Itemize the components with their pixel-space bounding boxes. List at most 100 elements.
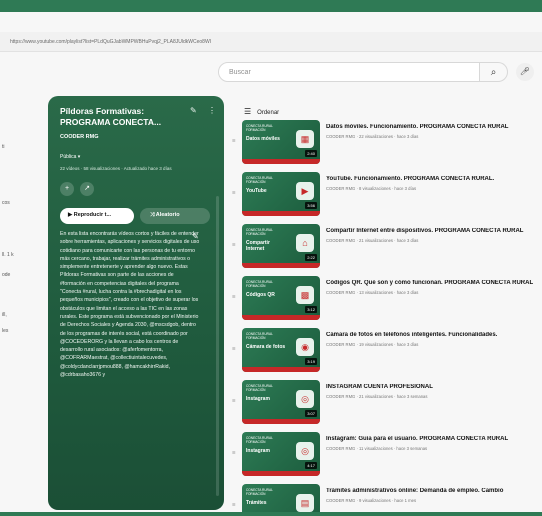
drag-handle-icon[interactable]: ☰ [232,190,236,195]
video-thumbnail[interactable]: CONECTA RURAL FORMACIÓN Códigos QR ▩ 3:12 [242,276,320,320]
video-duration: 3:07 [305,410,317,417]
video-meta: COODER RMG · 21 visualizaciones · hace 3… [326,238,419,243]
add-collaborator-icon[interactable]: + [60,182,74,196]
thumbnail-brand: CONECTA RURAL FORMACIÓN [246,280,273,288]
mic-icon[interactable]: 🎤︎ [516,63,534,81]
thumbnail-brand: CONECTA RURAL FORMACIÓN [246,228,273,236]
thumbnail-title: Instagram [246,396,270,402]
sidebar-fragment-text: ill, [2,312,7,318]
thumbnail-art-icon: ▩ [296,286,314,304]
video-meta: COODER RMG · 21 visualizaciones · hace 3… [326,394,428,399]
sort-button[interactable]: ☰ Ordenar [244,107,279,116]
video-thumbnail[interactable]: CONECTA RURAL FORMACIÓN YouTube ▶ 3:56 [242,172,320,216]
playlist-video-item[interactable]: ☰ CONECTA RURAL FORMACIÓN YouTube ▶ 3:56 YouT… [232,172,542,216]
video-title[interactable]: INSTAGRAM CUENTA PROFESIONAL [326,384,542,390]
thumbnail-title: Compartir Internet [246,240,270,252]
thumbnail-art-icon: ◎ [296,390,314,408]
playlist-video-item[interactable]: ☰ CONECTA RURAL FORMACIÓN Cámara de fotos ◉… [232,328,542,372]
browser-frame: https://www.youtube.com/playlist?list=PL… [0,12,542,512]
video-title[interactable]: Trámites administrativos online: Demanda… [326,488,542,494]
video-title[interactable]: YouTube. Funcionamiento. PROGRAMA CONECT… [326,176,542,182]
drag-handle-icon[interactable]: ☰ [232,398,236,403]
thumbnail-bar [242,471,320,476]
drag-handle-icon[interactable]: ☰ [232,346,236,351]
video-duration: 2:40 [305,150,317,157]
playlist-video-item[interactable]: ☰ CONECTA RURAL FORMACIÓN Instagram ◎ 3:07 IN… [232,380,542,424]
thumbnail-brand: CONECTA RURAL FORMACIÓN [246,176,273,184]
shuffle-button[interactable]: ⤨ Aleatorio [140,208,210,224]
top-bar: Buscar ⌕ 🎤︎ [0,58,542,86]
thumbnail-art-icon: ◎ [296,442,314,460]
sidebar-fragment-text: ll. 1 k [2,252,14,258]
thumbnail-brand: CONECTA RURAL FORMACIÓN [246,488,273,496]
drag-handle-icon[interactable]: ☰ [232,450,236,455]
video-meta: COODER RMG · 22 visualizaciones · hace 3… [326,134,419,139]
share-icon[interactable]: ↗ [80,182,94,196]
playlist-video-item[interactable]: ☰ CONECTA RURAL FORMACIÓN Trámites ▤ Trámite… [232,484,542,512]
video-title[interactable]: Instagram: Guía para el usuario. PROGRAM… [326,436,542,442]
thumbnail-bar [242,419,320,424]
playlist-video-item[interactable]: ☰ CONECTA RURAL FORMACIÓN Compartir Intern… [232,224,542,268]
sidebar-fragment-text: cos [2,200,10,206]
thumbnail-title: Trámites [246,500,267,506]
sort-icon: ☰ [244,107,252,116]
sidebar-fragment-text: les [2,328,9,334]
thumbnail-art-icon: ▶ [296,182,314,200]
thumbnail-title: Códigos QR [246,292,275,298]
video-title[interactable]: Compartir Internet entre dispositivos. P… [326,228,542,234]
video-title[interactable]: Datos móviles. Funcionamiento. PROGRAMA … [326,124,542,130]
thumbnail-title: Instagram [246,448,270,454]
drag-handle-icon[interactable]: ☰ [232,294,236,299]
video-duration: 2:22 [305,254,317,261]
thumbnail-art-icon: ▦ [296,130,314,148]
video-thumbnail[interactable]: CONECTA RURAL FORMACIÓN Instagram ◎ 4:17 [242,432,320,476]
video-meta: COODER RMG · 13 visualizaciones · hace 3… [326,290,419,295]
thumbnail-bar [242,159,320,164]
playlist-video-item[interactable]: ☰ CONECTA RURAL FORMACIÓN Instagram ◎ 4:17 In… [232,432,542,476]
play-all-button[interactable]: ▶ Reproducir t... [60,208,134,224]
playlist-description: En esta lista encontrarás vídeos cortos … [60,231,200,379]
video-title[interactable]: Códigos QR. Qué son y cómo funcionan. PR… [326,280,542,286]
thumbnail-bar [242,211,320,216]
video-duration: 4:17 [305,462,317,469]
video-thumbnail[interactable]: CONECTA RURAL FORMACIÓN Trámites ▤ [242,484,320,512]
video-thumbnail[interactable]: CONECTA RURAL FORMACIÓN Cámara de fotos ◉ 3… [242,328,320,372]
panel-scrollbar[interactable] [216,196,219,496]
thumbnail-brand: CONECTA RURAL FORMACIÓN [246,384,273,392]
video-thumbnail[interactable]: CONECTA RURAL FORMACIÓN Instagram ◎ 3:07 [242,380,320,424]
playlist-owner[interactable]: COODER RMG [60,134,99,140]
thumbnail-bar [242,367,320,372]
thumbnail-art-icon: ⌂ [296,234,314,252]
drag-handle-icon[interactable]: ☰ [232,138,236,143]
thumbnail-bar [242,315,320,320]
thumbnail-bar [242,263,320,268]
search-input[interactable]: Buscar [218,62,480,82]
thumbnail-title: YouTube [246,188,267,194]
thumbnail-art-icon: ▤ [296,494,314,512]
privacy-selector[interactable]: Pública ▾ [60,154,80,160]
thumbnail-title: Datos móviles [246,136,280,142]
video-thumbnail[interactable]: CONECTA RURAL FORMACIÓN Datos móviles ▦ 2:4… [242,120,320,164]
search-icon[interactable]: ⌕ [480,62,508,82]
sidebar-fragment-text: ode [2,272,11,278]
thumbnail-title: Cámara de fotos [246,344,286,350]
edit-title-icon[interactable]: ✎ [190,106,197,115]
playlist-stats: 22 vídeos · 58 visualizaciones · Actuali… [60,166,172,171]
playlist-video-item[interactable]: ☰ CONECTA RURAL FORMACIÓN Códigos QR ▩ 3:12 C… [232,276,542,320]
playlist-video-item[interactable]: ☰ CONECTA RURAL FORMACIÓN Datos móviles ▦ 2:… [232,120,542,164]
more-options-icon[interactable]: ⋮ [208,106,216,115]
video-thumbnail[interactable]: CONECTA RURAL FORMACIÓN Compartir Interne… [242,224,320,268]
video-meta: COODER RMG · 8 visualizaciones · hace 3 … [326,186,417,191]
drag-handle-icon[interactable]: ☰ [232,242,236,247]
video-duration: 3:12 [305,306,317,313]
video-meta: COODER RMG · 11 visualizaciones · hace 3… [326,446,428,451]
thumbnail-brand: CONECTA RURAL FORMACIÓN [246,124,273,132]
video-title[interactable]: Cámara de fotos en teléfonos inteligente… [326,332,542,338]
thumbnail-brand: CONECTA RURAL FORMACIÓN [246,436,273,444]
edit-description-icon[interactable]: ✎ [192,232,199,241]
drag-handle-icon[interactable]: ☰ [232,502,236,507]
sidebar-fragment-text: ti [2,144,5,150]
playlist-title: Píldoras Formativas: PROGRAMA CONECTA... [60,106,162,127]
thumbnail-brand: CONECTA RURAL FORMACIÓN [246,332,273,340]
address-bar[interactable]: https://www.youtube.com/playlist?list=PL… [0,32,542,52]
